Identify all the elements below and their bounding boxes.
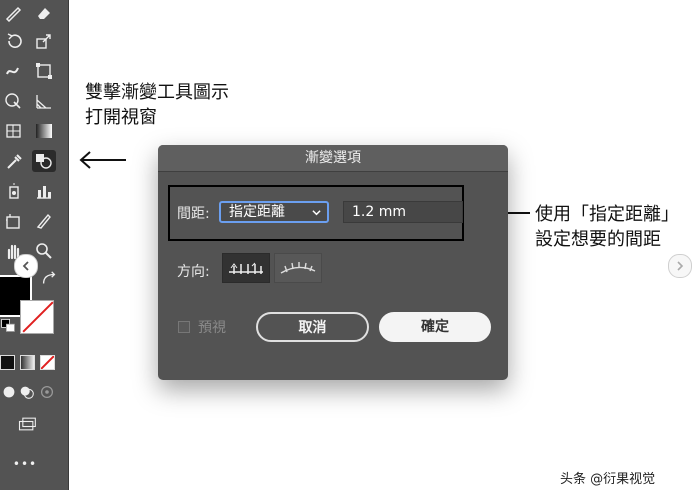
annotation-specify-distance: 使用「指定距離」 設定想要的間距 <box>535 202 679 252</box>
arrow-left-icon <box>79 151 126 169</box>
chevron-down-icon <box>312 203 321 223</box>
pencil-icon[interactable] <box>2 2 26 24</box>
eyedropper-icon[interactable] <box>2 150 26 172</box>
gradient-icon[interactable] <box>32 120 56 142</box>
chevron-left-icon <box>22 261 29 271</box>
warp-icon[interactable] <box>2 60 26 82</box>
annotation-line: 打開視窗 <box>85 107 157 128</box>
swap-colors-icon[interactable] <box>40 270 58 288</box>
annotation-open-dialog: 雙擊漸變工具圖示 打開視窗 <box>85 80 229 130</box>
none-mode-icon[interactable] <box>40 355 55 370</box>
rotate-icon[interactable] <box>2 30 26 52</box>
spacing-distance-input[interactable]: 1.2 mm <box>343 201 463 223</box>
watermark: 头条 @衍果视觉 <box>560 472 656 487</box>
eraser-icon[interactable] <box>32 2 56 24</box>
annotation-line: 設定想要的間距 <box>535 229 661 250</box>
annotation-line: 雙擊漸變工具圖示 <box>85 82 229 103</box>
stroke-color-swatch[interactable] <box>20 300 54 334</box>
draw-behind-icon[interactable] <box>18 383 36 401</box>
carousel-prev-button[interactable] <box>14 254 38 278</box>
chevron-right-icon <box>677 261 684 271</box>
color-mode-icon[interactable] <box>0 355 15 370</box>
shape-builder-icon[interactable] <box>2 90 26 112</box>
align-to-path-button[interactable] <box>274 253 322 283</box>
screen-mode-icon[interactable] <box>12 413 42 435</box>
edit-toolbar-button[interactable]: ••• <box>10 453 40 475</box>
preview-label: 預視 <box>198 320 226 336</box>
tools-panel: ••• <box>0 0 69 490</box>
symbol-sprayer-icon[interactable] <box>2 180 26 202</box>
blend-options-dialog: 漸變選項 間距: 指定距離 1.2 mm 方向: 預視 取消 確定 <box>158 145 508 380</box>
dialog-title: 漸變選項 <box>158 145 508 172</box>
carousel-next-button[interactable] <box>668 254 692 278</box>
align-to-page-button[interactable] <box>222 253 270 283</box>
draw-normal-icon[interactable] <box>0 383 18 401</box>
free-transform-icon[interactable] <box>32 60 56 82</box>
blend-icon[interactable] <box>32 150 56 172</box>
annotation-line: 使用「指定距離」 <box>535 204 679 225</box>
artboard-icon[interactable] <box>2 210 26 232</box>
ok-button[interactable]: 確定 <box>379 312 491 342</box>
spacing-select-value: 指定距離 <box>229 204 285 220</box>
mesh-icon[interactable] <box>2 120 26 142</box>
gradient-mode-icon[interactable] <box>20 355 35 370</box>
spacing-label: 間距: <box>177 206 210 222</box>
align-to-page-icon <box>229 262 263 274</box>
align-to-path-icon <box>280 262 316 274</box>
scale-icon[interactable] <box>32 30 56 52</box>
orientation-label: 方向: <box>177 264 210 280</box>
bar-graph-icon[interactable] <box>32 180 56 202</box>
spacing-select[interactable]: 指定距離 <box>219 201 329 223</box>
slice-icon[interactable] <box>32 210 56 232</box>
cancel-button[interactable]: 取消 <box>256 312 369 342</box>
perspective-grid-icon[interactable] <box>32 90 56 112</box>
preview-checkbox[interactable] <box>178 321 190 333</box>
draw-inside-icon[interactable] <box>38 383 56 401</box>
default-colors-icon[interactable] <box>0 318 16 332</box>
